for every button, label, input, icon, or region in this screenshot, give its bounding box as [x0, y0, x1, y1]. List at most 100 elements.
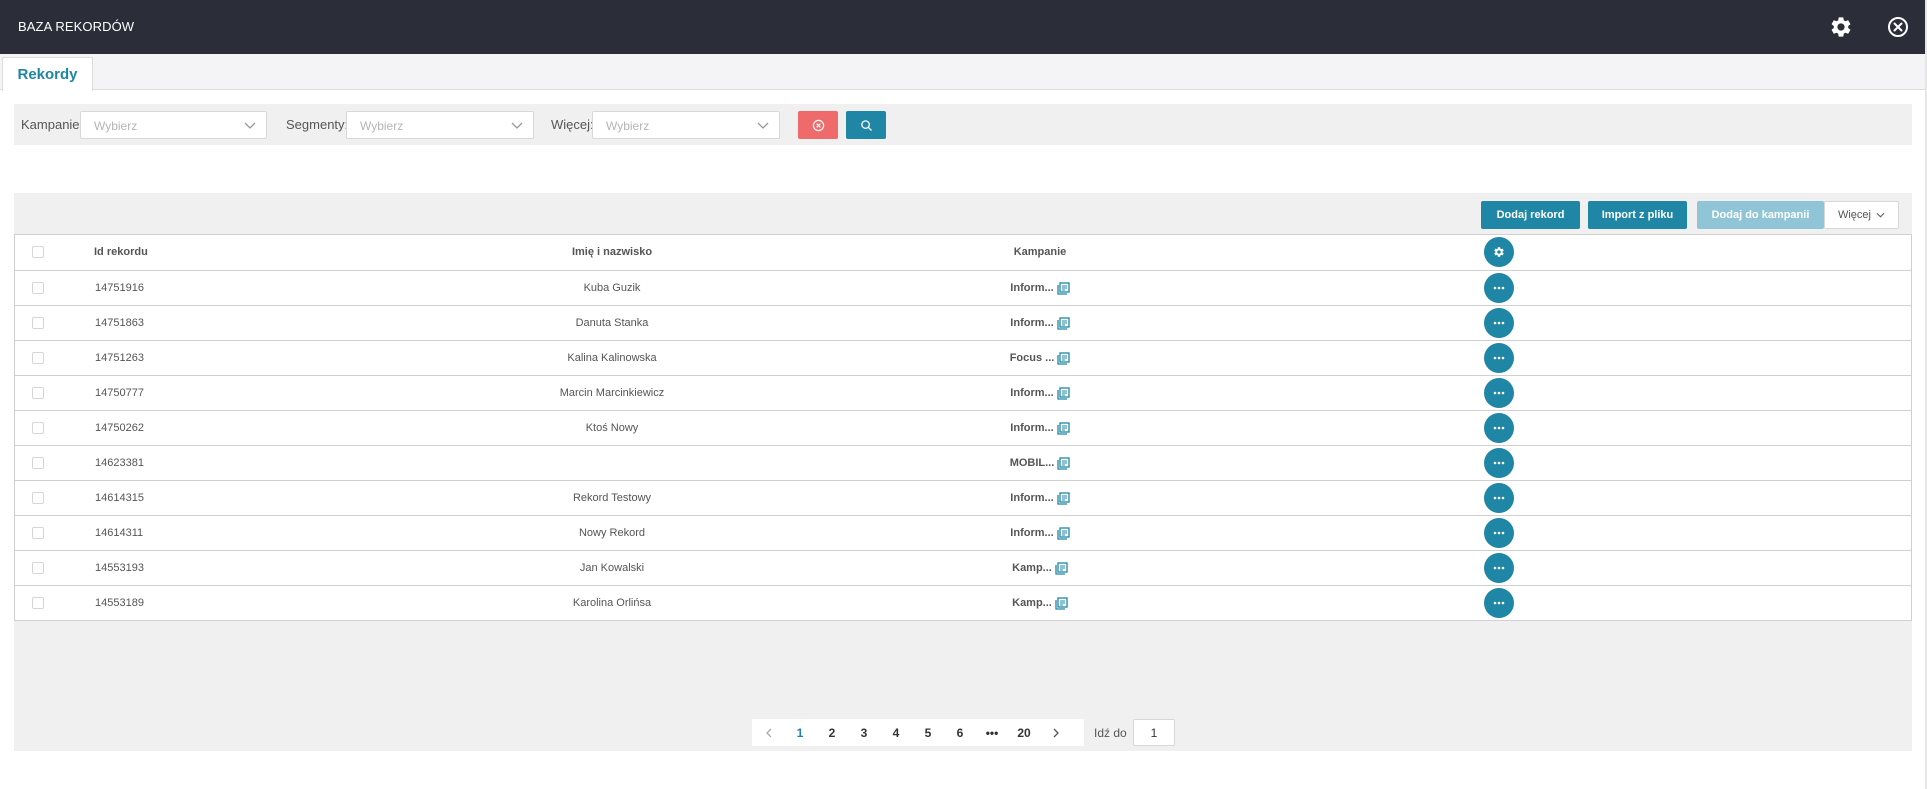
row-actions-button[interactable]: [1484, 308, 1514, 338]
campaign-list-icon[interactable]: [1057, 491, 1070, 505]
record-id: 14751863: [95, 317, 144, 329]
row-checkbox[interactable]: [32, 422, 44, 434]
campaign-name: Inform...: [1010, 317, 1054, 329]
campaign-name: Inform...: [1010, 422, 1054, 434]
columns-settings-circle[interactable]: [1484, 237, 1514, 267]
top-bar: BAZA REKORDÓW: [0, 0, 1927, 54]
record-id: 14553193: [95, 562, 144, 574]
table-row[interactable]: 14750262 Ktoś Nowy Inform...: [15, 410, 1911, 445]
table-row[interactable]: 14614315 Rekord Testowy Inform...: [15, 480, 1911, 515]
table-row[interactable]: 14750777 Marcin Marcinkiewicz Inform...: [15, 375, 1911, 410]
page-20-button[interactable]: 20: [1008, 719, 1040, 746]
row-actions-button[interactable]: [1484, 588, 1514, 618]
goto-page-input[interactable]: [1133, 719, 1175, 746]
close-circle-icon[interactable]: [1886, 15, 1910, 39]
table-row[interactable]: 14623381 MOBIL...: [15, 445, 1911, 480]
segmenty-select[interactable]: Wybierz: [346, 111, 534, 139]
record-campaigns: Inform...: [915, 306, 1165, 340]
clear-filters-button[interactable]: [798, 111, 838, 139]
table-row[interactable]: 14751263 Kalina Kalinowska Focus ...: [15, 340, 1911, 375]
gear-icon[interactable]: [1829, 15, 1853, 39]
columns-settings-button[interactable]: [1484, 237, 1514, 267]
chevron-right-icon: [1053, 728, 1059, 737]
chevron-down-icon: [1876, 212, 1885, 218]
campaign-name: Kamp...: [1012, 597, 1052, 609]
goto-page-label: Idź do: [1094, 726, 1127, 740]
campaign-list-icon[interactable]: [1057, 316, 1070, 330]
prev-page-button[interactable]: [752, 719, 784, 746]
row-checkbox[interactable]: [32, 562, 44, 574]
page-5-button[interactable]: 5: [912, 719, 944, 746]
row-actions-button[interactable]: [1484, 448, 1514, 478]
row-actions: [1484, 588, 1514, 618]
row-actions: [1484, 518, 1514, 548]
campaign-list-icon[interactable]: [1055, 596, 1068, 610]
more-dots-icon: [1493, 391, 1505, 395]
row-checkbox[interactable]: [32, 387, 44, 399]
column-header-name[interactable]: Imię i nazwisko: [412, 235, 812, 269]
app-title: BAZA REKORDÓW: [18, 19, 135, 34]
filter-label-segmenty: Segmenty:: [286, 117, 349, 132]
campaign-list-icon[interactable]: [1057, 351, 1070, 365]
row-actions-button[interactable]: [1484, 553, 1514, 583]
tab-rekordy[interactable]: Rekordy: [2, 57, 93, 91]
page-4-button[interactable]: 4: [880, 719, 912, 746]
record-campaigns: Inform...: [915, 411, 1165, 445]
table-row[interactable]: 14751916 Kuba Guzik Inform...: [15, 270, 1911, 305]
column-header-id[interactable]: Id rekordu: [94, 235, 234, 269]
kampanie-select[interactable]: Wybierz: [80, 111, 267, 139]
select-all-checkbox[interactable]: [32, 246, 44, 258]
record-id: 14623381: [95, 457, 144, 469]
add-to-campaign-button[interactable]: Dodaj do kampanii: [1697, 201, 1824, 229]
campaign-list-icon[interactable]: [1057, 456, 1070, 470]
row-checkbox[interactable]: [32, 492, 44, 504]
add-record-button[interactable]: Dodaj rekord: [1481, 201, 1580, 229]
more-dots-icon: [1493, 286, 1505, 290]
row-checkbox[interactable]: [32, 282, 44, 294]
next-page-button[interactable]: [1040, 719, 1072, 746]
page-ellipsis-button[interactable]: •••: [976, 719, 1008, 746]
row-actions: [1484, 483, 1514, 513]
page-6-button[interactable]: 6: [944, 719, 976, 746]
record-id: 14750262: [95, 422, 144, 434]
row-checkbox[interactable]: [32, 597, 44, 609]
row-actions-button[interactable]: [1484, 483, 1514, 513]
row-actions-button[interactable]: [1484, 343, 1514, 373]
page-3-button[interactable]: 3: [848, 719, 880, 746]
table-header-row: Id rekordu Imię i nazwisko Kampanie: [15, 235, 1911, 270]
row-checkbox[interactable]: [32, 352, 44, 364]
row-actions-button[interactable]: [1484, 413, 1514, 443]
row-actions: [1484, 553, 1514, 583]
record-campaigns: Inform...: [915, 516, 1165, 550]
page-1-button[interactable]: 1: [784, 719, 816, 746]
import-file-button[interactable]: Import z pliku: [1588, 201, 1687, 229]
table-row[interactable]: 14553189 Karolina Orlińsa Kamp...: [15, 585, 1911, 620]
campaign-list-icon[interactable]: [1057, 526, 1070, 540]
wiecej-select[interactable]: Wybierz: [592, 111, 780, 139]
page-2-button[interactable]: 2: [816, 719, 848, 746]
table-row[interactable]: 14553193 Jan Kowalski Kamp...: [15, 550, 1911, 585]
more-actions-dropdown[interactable]: Więcej: [1824, 201, 1899, 229]
campaign-name: MOBIL...: [1009, 457, 1055, 469]
campaign-list-icon[interactable]: [1057, 421, 1070, 435]
search-button[interactable]: [846, 111, 886, 139]
campaign-cell: Focus ...: [1010, 351, 1071, 365]
campaign-list-icon[interactable]: [1055, 561, 1068, 575]
record-id: 14750777: [95, 387, 144, 399]
campaign-list-icon[interactable]: [1057, 386, 1070, 400]
campaign-name: Inform...: [1010, 492, 1054, 504]
table-row[interactable]: 14751863 Danuta Stanka Inform...: [15, 305, 1911, 340]
table-row[interactable]: 14614311 Nowy Rekord Inform...: [15, 515, 1911, 550]
row-actions-button[interactable]: [1484, 273, 1514, 303]
record-campaigns: Focus ...: [915, 341, 1165, 375]
filter-label-wiecej: Więcej:: [551, 117, 594, 132]
row-actions: [1484, 448, 1514, 478]
record-name: Karolina Orlińsa: [572, 597, 652, 609]
row-checkbox[interactable]: [32, 317, 44, 329]
row-actions-button[interactable]: [1484, 518, 1514, 548]
campaign-list-icon[interactable]: [1057, 281, 1070, 295]
row-actions-button[interactable]: [1484, 378, 1514, 408]
row-checkbox[interactable]: [32, 457, 44, 469]
column-header-campaigns[interactable]: Kampanie: [915, 235, 1165, 269]
row-checkbox[interactable]: [32, 527, 44, 539]
